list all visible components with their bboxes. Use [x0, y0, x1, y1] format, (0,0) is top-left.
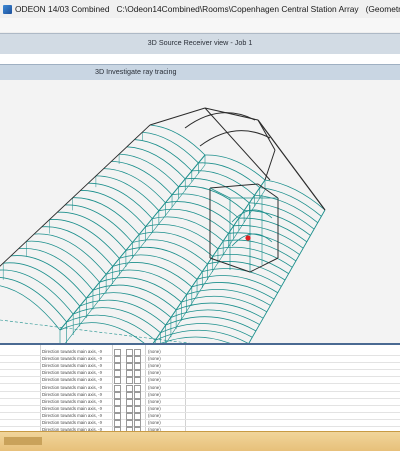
wire-edge [204, 107, 271, 181]
wire-arch [119, 254, 198, 280]
ray-tracing-window-title: 3D Investigate ray tracing [95, 67, 177, 76]
ray-tracing-window-header[interactable] [0, 64, 400, 81]
wire-arch [254, 194, 318, 224]
value-cell: (none) [148, 370, 161, 376]
wireframe-model [0, 107, 326, 343]
wire-edge [264, 149, 276, 181]
wire-arch [80, 190, 146, 227]
wire-arch [126, 146, 186, 180]
wire-arch [185, 178, 250, 204]
direction-cell: Direction towards main axis, -X [42, 356, 102, 362]
value-cell: (none) [148, 391, 161, 397]
direction-cell: Direction towards main axis, -X [42, 405, 102, 411]
direction-cell: Direction towards main axis, -X [42, 349, 102, 354]
direction-cell: Direction towards main axis, -X [42, 412, 102, 418]
wire-arch [119, 153, 179, 188]
wire-arch [204, 154, 266, 181]
wire-edge [0, 124, 151, 267]
wire-arch [199, 130, 271, 147]
wire-arch [249, 202, 315, 230]
wire-arch [134, 139, 193, 172]
wire-arch [244, 210, 311, 236]
wire-arch [191, 170, 255, 196]
wire-arch [95, 175, 160, 211]
wire-arch [10, 255, 87, 299]
wire-arch [198, 162, 261, 188]
3d-view-canvas[interactable] [0, 80, 400, 343]
app-icon [3, 4, 12, 14]
value-cell: (none) [148, 420, 161, 425]
wire-edge [209, 187, 231, 199]
direction-cell: Direction towards main axis, -X [42, 398, 102, 404]
direction-cell: Direction towards main axis, -X [42, 384, 102, 390]
wire-edge [257, 119, 276, 151]
value-cell: (none) [148, 363, 161, 369]
file-path: C:\Odeon14Combined\Rooms\Copenhagen Cent… [116, 4, 359, 14]
wire-arch [103, 168, 166, 203]
value-cell: (none) [148, 412, 161, 418]
value-cell: (none) [148, 349, 161, 354]
geometry-type: (Geometry type: .Par) [365, 4, 400, 14]
value-cell: (none) [148, 398, 161, 404]
wire-arch [231, 233, 273, 247]
wire-arch [152, 216, 224, 242]
app-title: ODEON 14/03 Combined [15, 4, 110, 14]
value-cell: (none) [148, 384, 161, 390]
wire-arch [184, 112, 256, 129]
value-cell: (none) [148, 356, 161, 362]
wire-arch [72, 197, 140, 235]
wire-arch [149, 124, 206, 156]
wire-arch [178, 185, 245, 211]
wire-arch [165, 201, 234, 227]
wire-arch [41, 226, 114, 267]
value-cell: (none) [148, 377, 161, 383]
wire-arch [111, 160, 173, 196]
menu-bar [0, 18, 400, 33]
status-indicator [4, 437, 42, 445]
source-receiver-window-title: 3D Source Receiver view - Job 1 [147, 38, 253, 47]
wire-arch [142, 131, 199, 164]
wire-edge [209, 183, 259, 189]
wire-edge [149, 107, 206, 126]
direction-cell: Direction towards main axis, -X [42, 391, 102, 397]
status-bar [0, 431, 400, 451]
wire-arch [223, 239, 297, 262]
wire-edge [59, 154, 206, 331]
surface-table[interactable]: Direction towards main axis, -X (none) Dir… [0, 343, 400, 433]
wire-arch [158, 208, 229, 234]
value-cell: (none) [148, 405, 161, 411]
direction-cell: Direction towards main axis, -X [42, 420, 102, 425]
wire-arch [3, 262, 81, 307]
direction-cell: Direction towards main axis, -X [42, 370, 102, 376]
receiver-marker [245, 235, 251, 241]
window-title-bar: ODEON 14/03 Combined C:\Odeon14Combined\… [0, 0, 400, 19]
direction-cell: Direction towards main axis, -X [42, 377, 102, 383]
wire-arch [0, 277, 67, 323]
wire-arch [155, 329, 249, 343]
direction-cell: Direction towards main axis, -X [42, 363, 102, 369]
